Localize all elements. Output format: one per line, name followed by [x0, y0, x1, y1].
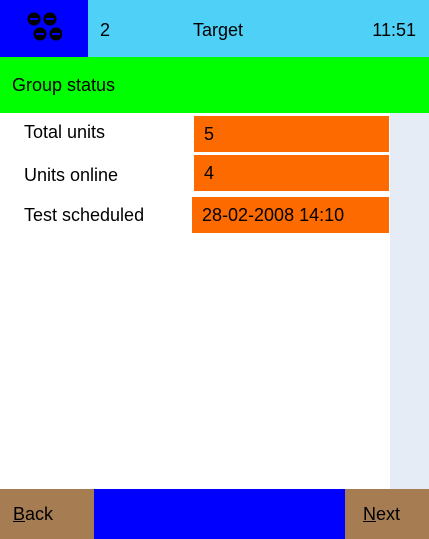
test-scheduled-value: 28-02-2008 14:10	[192, 197, 389, 233]
group-nodes-icon	[27, 12, 62, 41]
clock-time: 11:51	[372, 20, 416, 40]
section-header: Group status	[0, 57, 429, 113]
scrollbar-track[interactable]	[390, 113, 429, 489]
status-count: 2	[100, 20, 111, 40]
section-title: Group status	[12, 75, 116, 95]
total-units-value: 5	[194, 116, 389, 152]
back-button-label: Back	[13, 504, 54, 524]
logo	[0, 0, 88, 57]
next-button[interactable]: Next	[345, 489, 429, 539]
units-online-value: 4	[194, 155, 389, 191]
total-units-label: Total units	[24, 122, 106, 142]
back-button[interactable]: Back	[0, 489, 94, 539]
footer-bar: Back Next	[0, 489, 429, 539]
test-scheduled-label: Test scheduled	[24, 205, 145, 225]
screen-title: Target	[193, 20, 244, 40]
units-online-label: Units online	[24, 165, 119, 185]
next-button-label: Next	[363, 504, 401, 524]
status-bar: 2 Target 11:51	[0, 0, 429, 57]
